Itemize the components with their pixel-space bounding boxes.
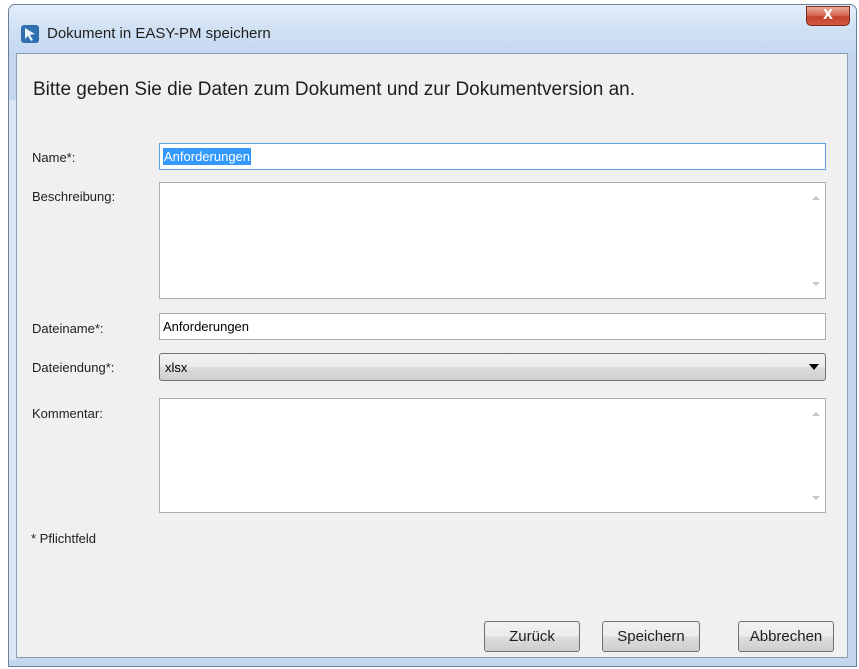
filename-label: Dateiname*: bbox=[32, 321, 104, 336]
comment-scrollbar[interactable] bbox=[808, 399, 825, 512]
title-bar[interactable]: Dokument in EASY-PM speichern X bbox=[9, 5, 856, 53]
easy-pm-app-icon bbox=[21, 25, 39, 43]
window-frame-left bbox=[9, 100, 16, 660]
close-button[interactable]: X bbox=[806, 6, 850, 26]
description-scrollbar[interactable] bbox=[808, 183, 825, 298]
dialog-body: Bitte geben Sie die Daten zum Dokument u… bbox=[16, 53, 848, 658]
save-button[interactable]: Speichern bbox=[602, 621, 700, 652]
scroll-up-icon[interactable] bbox=[812, 196, 820, 200]
comment-textarea[interactable] bbox=[159, 398, 826, 513]
required-field-note: * Pflichtfeld bbox=[31, 531, 97, 546]
extension-select[interactable]: xlsx bbox=[159, 353, 826, 381]
filename-input-value: Anforderungen bbox=[163, 319, 250, 334]
scroll-down-icon[interactable] bbox=[812, 282, 820, 286]
back-button[interactable]: Zurück bbox=[484, 621, 580, 652]
name-label: Name*: bbox=[32, 150, 76, 165]
chevron-down-icon bbox=[809, 364, 819, 370]
scroll-up-icon[interactable] bbox=[812, 412, 820, 416]
cancel-button[interactable]: Abbrechen bbox=[738, 621, 834, 652]
description-textarea[interactable] bbox=[159, 182, 826, 299]
name-input[interactable]: Anforderungen bbox=[159, 143, 826, 170]
dialog-window: Dokument in EASY-PM speichern X Bitte ge… bbox=[8, 4, 857, 667]
description-label: Beschreibung: bbox=[32, 189, 116, 204]
window-title: Dokument in EASY-PM speichern bbox=[47, 25, 271, 42]
comment-label: Kommentar: bbox=[32, 406, 103, 421]
scroll-down-icon[interactable] bbox=[812, 496, 820, 500]
instruction-heading: Bitte geben Sie die Daten zum Dokument u… bbox=[33, 79, 635, 100]
extension-label: Dateiendung*: bbox=[32, 360, 115, 375]
extension-selected-value: xlsx bbox=[165, 360, 188, 375]
name-input-value: Anforderungen bbox=[163, 148, 252, 165]
filename-input[interactable]: Anforderungen bbox=[159, 313, 826, 340]
